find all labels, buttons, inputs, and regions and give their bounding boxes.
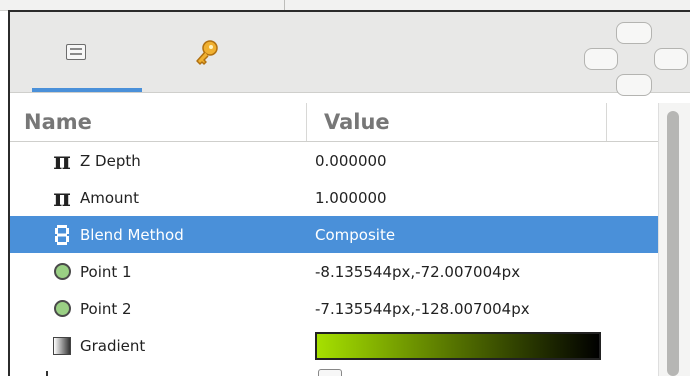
dock-top-icon bbox=[616, 22, 652, 44]
pi-icon: π bbox=[53, 182, 71, 212]
param-row-point-1[interactable]: Point 1 -8.135544px,-72.007004px bbox=[10, 253, 658, 290]
blend-method-icon bbox=[48, 216, 76, 253]
panel-divider[interactable] bbox=[284, 0, 285, 10]
tab-keyframes[interactable] bbox=[142, 12, 272, 92]
tab-params[interactable] bbox=[10, 12, 142, 92]
param-row-amount[interactable]: π Amount 1.000000 bbox=[10, 179, 658, 216]
column-separator[interactable] bbox=[606, 103, 607, 141]
point-icon bbox=[48, 253, 76, 290]
param-row-z-depth[interactable]: π Z Depth 0.000000 bbox=[10, 142, 658, 179]
column-separator[interactable] bbox=[306, 103, 307, 141]
param-value[interactable]: -8.135544px,-72.007004px bbox=[315, 253, 520, 290]
param-value[interactable]: Composite bbox=[315, 216, 395, 253]
params-panel: Name Value π Z Depth 0.000000 π Amount 1… bbox=[8, 10, 690, 376]
key-icon bbox=[196, 40, 218, 65]
dock-bottom-icon bbox=[616, 74, 652, 96]
dock-left-icon bbox=[584, 48, 618, 70]
param-value[interactable]: -7.135544px,-128.007004px bbox=[315, 290, 530, 327]
pi-icon: π bbox=[53, 145, 71, 175]
gradient-icon bbox=[48, 327, 76, 364]
param-name: Amount bbox=[80, 188, 139, 207]
column-header-name[interactable]: Name bbox=[24, 103, 92, 141]
point-icon bbox=[48, 290, 76, 327]
param-value[interactable]: 0.000000 bbox=[315, 142, 387, 179]
param-name: Blend Method bbox=[80, 225, 184, 244]
param-value[interactable]: 1.000000 bbox=[315, 179, 387, 216]
param-name: Point 1 bbox=[80, 262, 132, 281]
param-row-blend-method[interactable]: Blend Method Composite bbox=[10, 216, 658, 253]
scrollbar-thumb[interactable] bbox=[667, 111, 679, 376]
params-table-header: Name Value bbox=[10, 103, 658, 142]
panel-toolbar bbox=[10, 12, 690, 96]
param-row-gradient[interactable]: Gradient bbox=[10, 327, 658, 364]
param-name: Point 2 bbox=[80, 299, 132, 318]
param-value-partial[interactable] bbox=[318, 369, 342, 376]
dock-layout-icon[interactable] bbox=[576, 18, 690, 96]
param-name: Gradient bbox=[80, 336, 146, 355]
vertical-scrollbar[interactable] bbox=[658, 103, 690, 376]
params-panel-icon bbox=[66, 44, 86, 60]
column-header-value[interactable]: Value bbox=[324, 103, 390, 141]
param-row-point-2[interactable]: Point 2 -7.135544px,-128.007004px bbox=[10, 290, 658, 327]
gradient-value-swatch[interactable] bbox=[315, 331, 601, 360]
param-name: Z Depth bbox=[80, 151, 141, 170]
dock-right-icon bbox=[654, 48, 688, 70]
param-row-partial[interactable] bbox=[10, 369, 658, 376]
